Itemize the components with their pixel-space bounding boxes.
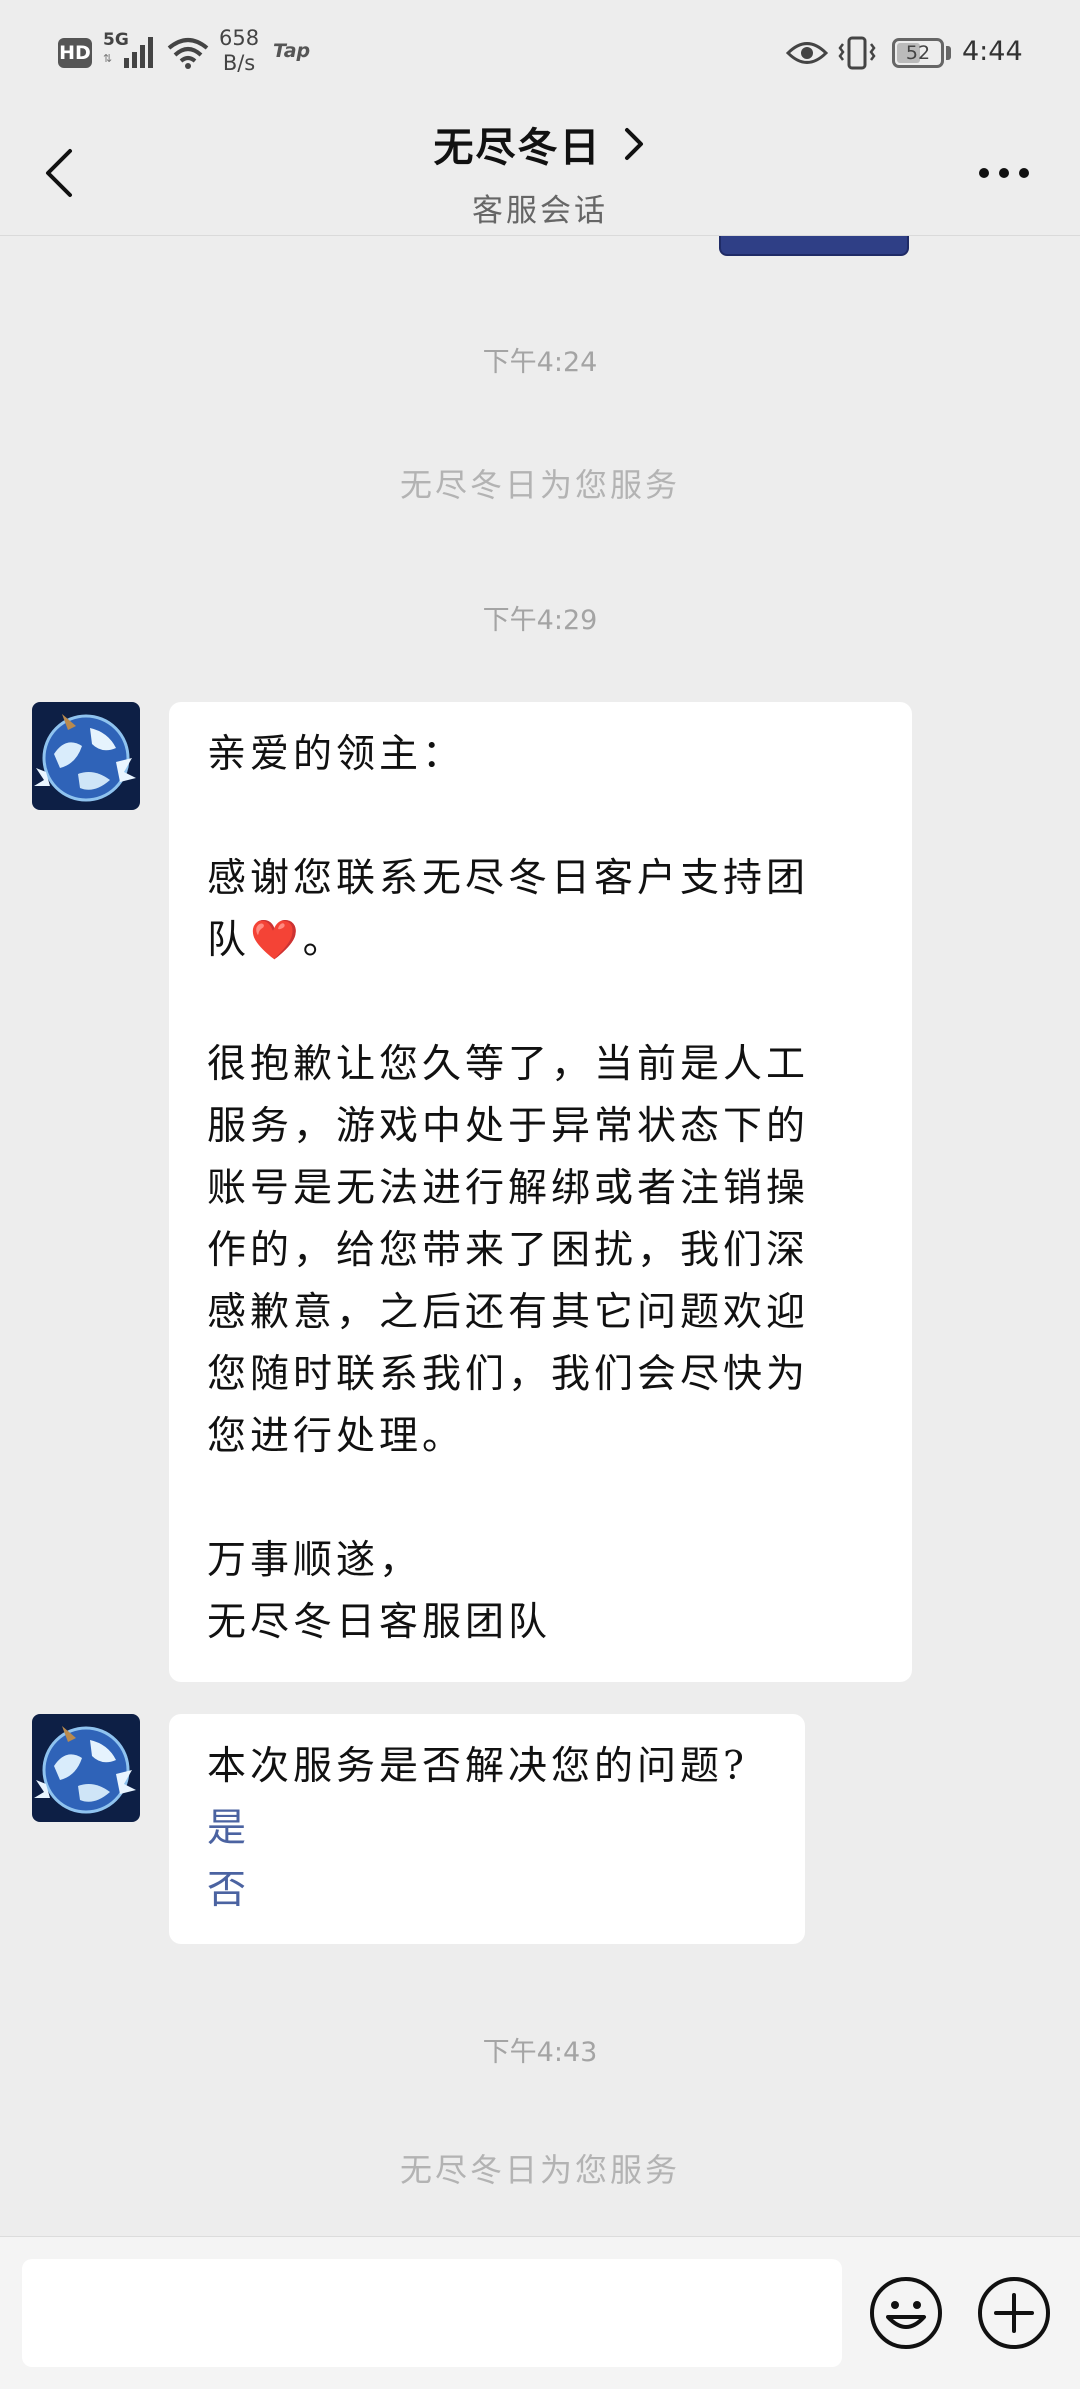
system-message: 无尽冬日为您服务 — [399, 2151, 680, 2189]
message-body-line: 感歉意，之后还有其它问题欢迎 — [207, 1290, 810, 1335]
option-yes-link[interactable]: 是 — [207, 1798, 767, 1860]
tap-icon: Tap — [273, 40, 311, 62]
message-body-line: 服务，游戏中处于异常状态下的 — [207, 1104, 810, 1149]
title-row[interactable]: 无尽冬日 — [0, 115, 1080, 173]
chat-header: 无尽冬日 客服会话 — [0, 105, 1080, 236]
signal-icon — [124, 37, 153, 68]
battery-level: 52 — [905, 42, 931, 64]
globe-avatar-icon — [32, 702, 140, 810]
emoji-icon[interactable] — [868, 2275, 944, 2351]
data-arrows-icon: ⇅ — [103, 52, 113, 65]
agent-message-bubble: 亲爱的领主： 感谢您联系无尽冬日客户支持团 队❤️。 很抱歉让您久等了，当前是人… — [169, 702, 912, 1682]
message-body-line: 账号是无法进行解绑或者注销操 — [207, 1166, 810, 1211]
speed-value: 658 — [219, 26, 260, 50]
message-body-line: 作的，给您带来了困扰，我们深 — [207, 1228, 810, 1273]
eye-comfort-icon — [786, 42, 828, 64]
option-no-link[interactable]: 否 — [207, 1860, 767, 1922]
message-input[interactable] — [22, 2259, 842, 2367]
survey-message-bubble: 本次服务是否解决您的问题? 是 否 — [169, 1714, 805, 1944]
plus-icon[interactable] — [976, 2275, 1052, 2351]
chevron-right-icon[interactable] — [621, 124, 647, 164]
battery-icon: 52 — [892, 38, 944, 68]
more-options-icon[interactable] — [978, 165, 1030, 181]
message-body-line: 很抱歉让您久等了，当前是人工 — [207, 1042, 810, 1087]
previous-image-message[interactable] — [719, 236, 909, 256]
globe-avatar-icon — [32, 1714, 140, 1822]
hd-icon: HD — [58, 38, 92, 68]
heart-icon: ❤️ — [250, 918, 303, 963]
status-bar: HD 5G ⇅ 658 B/s Tap 52 4:44 — [0, 0, 1080, 105]
network-speed: 658 B/s — [219, 26, 259, 76]
input-bar — [0, 2236, 1080, 2389]
message-text: 。 — [302, 918, 346, 963]
message-thanks-line: 感谢您联系无尽冬日客户支持团 — [207, 856, 810, 901]
message-signature: 无尽冬日客服团队 — [207, 1600, 552, 1645]
message-text: 队 — [207, 918, 251, 963]
agent-avatar[interactable] — [32, 702, 140, 810]
survey-question: 本次服务是否解决您的问题? — [207, 1744, 748, 1789]
wifi-icon — [167, 38, 209, 69]
message-body-line: 您进行处理。 — [207, 1414, 466, 1459]
timestamp: 下午4:29 — [482, 605, 598, 636]
timestamp: 下午4:43 — [482, 2037, 598, 2068]
clock: 4:44 — [962, 36, 1023, 67]
vibrate-icon — [838, 36, 876, 70]
page-subtitle: 客服会话 — [472, 193, 608, 229]
agent-avatar[interactable] — [32, 1714, 140, 1822]
message-closing: 万事顺遂， — [207, 1538, 423, 1583]
speed-unit: B/s — [222, 51, 256, 75]
timestamp: 下午4:24 — [482, 347, 598, 378]
page-title[interactable]: 无尽冬日 — [433, 115, 601, 173]
message-greeting: 亲爱的领主： — [207, 732, 466, 777]
message-body-line: 您随时联系我们，我们会尽快为 — [207, 1352, 810, 1397]
message-thanks-line-end: 队❤️。 — [207, 910, 874, 972]
system-message: 无尽冬日为您服务 — [399, 466, 680, 504]
